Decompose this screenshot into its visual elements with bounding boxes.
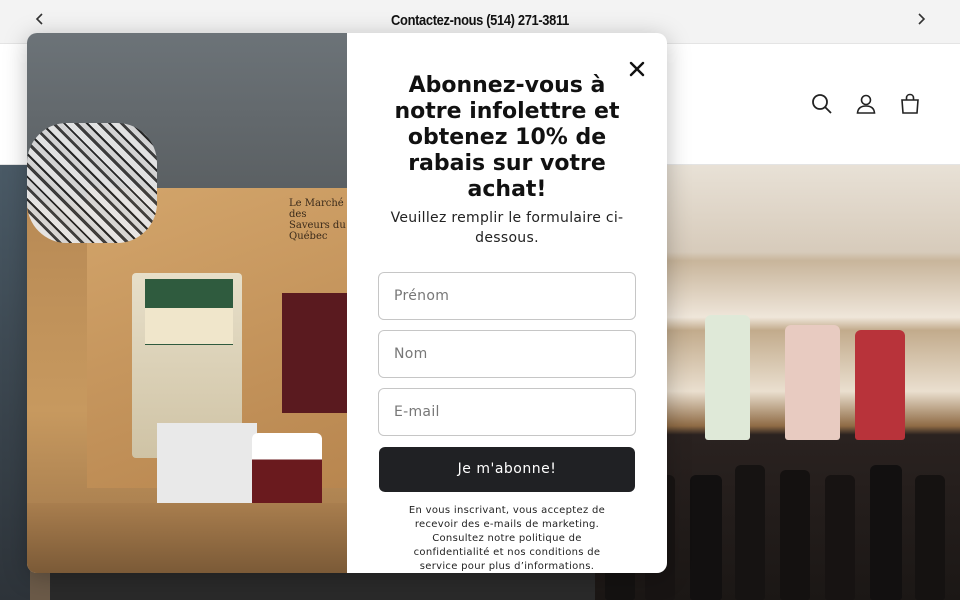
popup-title: Abonnez-vous à notre infolettre et obten…: [394, 73, 620, 202]
subscribe-button[interactable]: Je m'abonne!: [379, 447, 635, 492]
cookie-bag-label-lower: [145, 308, 233, 344]
bottle: [825, 475, 855, 600]
legal-text: En vous inscrivant, vous acceptez de rec…: [408, 505, 606, 572]
bottle: [855, 330, 905, 440]
chevron-left-icon[interactable]: [30, 12, 50, 32]
bottle: [690, 475, 722, 600]
newsletter-popup: Le Marché des Saveurs du Québec Abonnez-…: [27, 33, 667, 573]
brand-logo-image: Le Marché des Saveurs du Québec: [289, 198, 346, 242]
account-icon[interactable]: [854, 92, 878, 116]
bottle: [915, 475, 945, 600]
package: [282, 293, 347, 413]
wood-table: [27, 503, 347, 573]
bottle: [785, 325, 840, 440]
popup-subtitle: Veuillez remplir le formulaire ci-dessou…: [390, 210, 624, 246]
bottle: [780, 470, 810, 600]
email-field[interactable]: [378, 388, 636, 436]
first-name-input[interactable]: [379, 273, 635, 319]
hero-bottom-band: [50, 570, 595, 600]
newsletter-form: Abonnez-vous à notre infolettre et obten…: [347, 33, 667, 573]
announcement-text[interactable]: Contactez-nous (514) 271-3811: [67, 12, 893, 29]
plaid-ribbon: [27, 123, 157, 243]
shelf-image-left: [0, 165, 30, 600]
last-name-field[interactable]: [378, 330, 636, 378]
bottle: [705, 315, 750, 440]
bottle: [870, 465, 902, 600]
chevron-right-icon[interactable]: [911, 12, 931, 32]
gift-box-image: Le Marché des Saveurs du Québec: [27, 33, 347, 573]
cart-icon[interactable]: [898, 92, 922, 116]
last-name-input[interactable]: [379, 331, 635, 377]
email-input[interactable]: [379, 389, 635, 435]
search-icon[interactable]: [810, 92, 834, 116]
first-name-field[interactable]: [378, 272, 636, 320]
bottle: [735, 465, 765, 600]
